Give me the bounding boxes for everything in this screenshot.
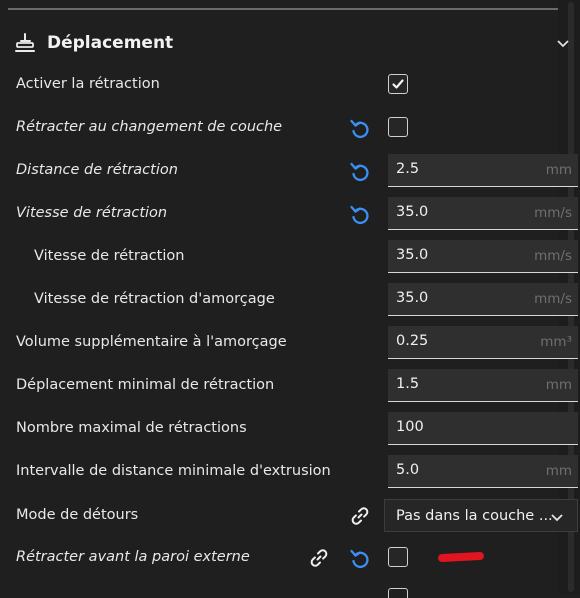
enable-retraction-checkbox[interactable] <box>388 74 408 94</box>
retraction-distance-field[interactable]: mm <box>388 154 578 187</box>
unit-label: mm/s <box>534 248 572 264</box>
setting-label: Distance de rétraction <box>16 162 178 178</box>
chevron-down-icon <box>551 514 563 522</box>
setting-label: Déplacement minimal de rétraction <box>16 377 275 393</box>
setting-row-retraction-speed: Vitesse de rétraction mm/s <box>0 197 580 231</box>
unit-label: mm/s <box>534 291 572 307</box>
setting-label: Volume supplémentaire à l'amorçage <box>16 334 287 350</box>
setting-label: Intervalle de distance minimale d'extrus… <box>16 463 331 479</box>
section-header-travel[interactable]: Déplacement <box>0 22 580 64</box>
setting-row-retraction-distance: Distance de rétraction mm <box>0 154 580 188</box>
min-travel-input[interactable] <box>388 369 536 399</box>
checkmark-icon <box>392 79 404 89</box>
next-setting-checkbox[interactable] <box>388 588 408 598</box>
section-title: Déplacement <box>47 33 174 53</box>
min-extrusion-window-field[interactable]: mm <box>388 455 578 488</box>
setting-row-min-travel: Déplacement minimal de rétraction mm <box>0 369 580 403</box>
link-icon[interactable] <box>348 504 372 528</box>
travel-icon <box>15 33 35 52</box>
min-travel-field[interactable]: mm <box>388 369 578 402</box>
setting-label: Rétracter au changement de couche <box>16 119 283 135</box>
setting-row-min-extrusion-window: Intervalle de distance minimale d'extrus… <box>0 455 580 489</box>
retract-speed-input[interactable] <box>388 240 536 270</box>
min-extrusion-window-input[interactable] <box>388 455 536 485</box>
extra-prime-amount-field[interactable]: mm³ <box>388 326 578 359</box>
setting-label: Rétracter avant la paroi externe <box>16 549 250 565</box>
link-icon[interactable] <box>307 546 331 570</box>
unit-label: mm³ <box>540 334 572 350</box>
setting-row-prime-speed: Vitesse de rétraction d'amorçage mm/s <box>0 283 580 317</box>
retraction-speed-input[interactable] <box>388 197 536 227</box>
setting-label: Vitesse de rétraction <box>34 248 185 264</box>
prime-speed-input[interactable] <box>388 283 536 313</box>
setting-row-retract-layer-change: Rétracter au changement de couche <box>0 111 580 145</box>
reset-icon[interactable] <box>348 160 372 184</box>
reset-icon[interactable] <box>348 547 372 571</box>
reset-icon[interactable] <box>348 203 372 227</box>
chevron-down-icon[interactable] <box>554 34 572 52</box>
top-divider <box>8 8 558 10</box>
prime-speed-field[interactable]: mm/s <box>388 283 578 316</box>
extra-prime-amount-input[interactable] <box>388 326 536 356</box>
setting-label: Vitesse de rétraction <box>16 205 168 221</box>
retraction-distance-input[interactable] <box>388 154 536 184</box>
setting-row-combing-mode: Mode de détours Pas dans la couche ... <box>0 499 580 533</box>
setting-row-retract-before-outer-wall: Rétracter avant la paroi externe <box>0 541 580 575</box>
retract-layer-change-checkbox[interactable] <box>388 117 408 137</box>
setting-row-retract-speed: Vitesse de rétraction mm/s <box>0 240 580 274</box>
unit-label: mm <box>545 162 572 178</box>
setting-row-max-retractions: Nombre maximal de rétractions <box>0 412 580 446</box>
max-retractions-input[interactable] <box>388 412 536 442</box>
retract-before-outer-wall-checkbox[interactable] <box>388 547 408 567</box>
unit-label: mm/s <box>534 205 572 221</box>
setting-label: Vitesse de rétraction d'amorçage <box>34 291 275 307</box>
retract-speed-field[interactable]: mm/s <box>388 240 578 273</box>
setting-label: Nombre maximal de rétractions <box>16 420 247 436</box>
setting-label: Mode de détours <box>16 507 139 523</box>
setting-row-enable-retraction: Activer la rétraction <box>0 68 580 102</box>
unit-label: mm <box>545 463 572 479</box>
combing-mode-select[interactable]: Pas dans la couche ... <box>384 499 578 532</box>
reset-icon[interactable] <box>348 117 372 141</box>
setting-row-extra-prime-amount: Volume supplémentaire à l'amorçage mm³ <box>0 326 580 360</box>
retraction-speed-field[interactable]: mm/s <box>388 197 578 230</box>
select-value: Pas dans la couche ... <box>396 508 553 524</box>
setting-label: Activer la rétraction <box>16 76 160 92</box>
max-retractions-field[interactable] <box>388 412 578 445</box>
unit-label: mm <box>545 377 572 393</box>
